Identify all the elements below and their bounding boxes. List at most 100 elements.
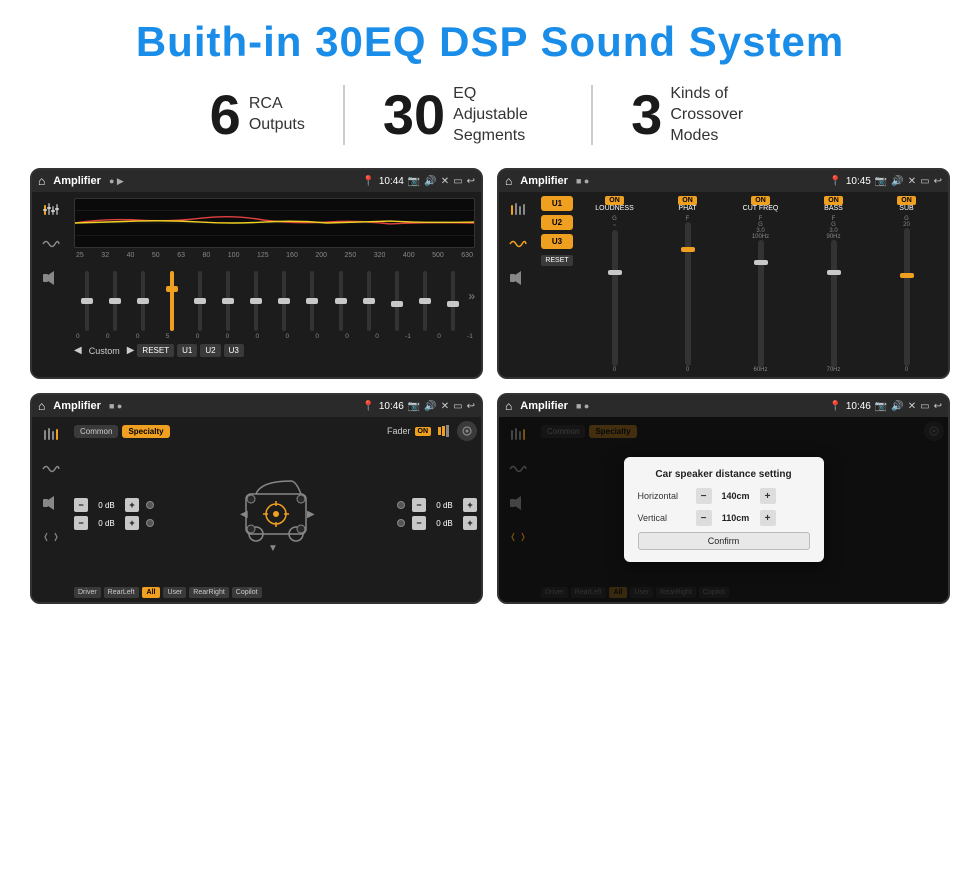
eq-slider-1[interactable] — [102, 271, 128, 331]
fader-db1-plus[interactable]: + — [125, 498, 139, 512]
fader-db4-plus[interactable]: + — [463, 516, 477, 530]
fader-specialty-tab[interactable]: Specialty — [122, 425, 169, 438]
fader-all-btn[interactable]: All — [142, 587, 161, 598]
cutfreq-on-badge[interactable]: ON — [751, 196, 770, 205]
distance-back-icon: ↩ — [934, 401, 942, 412]
fader-content: Common Specialty Fader ON — [32, 417, 481, 602]
fader-common-tab[interactable]: Common — [74, 425, 118, 438]
stat-rca-label: RCAOutputs — [249, 94, 305, 136]
fader-title: Amplifier — [53, 400, 101, 412]
eq-val-labels: 00050000000-10-1 — [74, 333, 475, 340]
eq-sidebar-speaker-icon[interactable] — [38, 268, 64, 288]
crossover-u2-btn[interactable]: U2 — [541, 215, 573, 230]
eq-preset-label: Custom — [85, 346, 124, 356]
eq-slider-10[interactable] — [356, 271, 382, 331]
eq-vol-icon: 🔊 — [424, 176, 436, 187]
eq-u3-btn[interactable]: U3 — [224, 344, 244, 357]
distance-screen-card: ⌂ Amplifier ■ ● 📍 10:46 📷 🔊 ✕ ▭ ↩ — [497, 393, 950, 604]
modal-horizontal-value: 140cm — [718, 491, 754, 501]
fader-db2-minus[interactable]: − — [74, 516, 88, 530]
eq-prev-btn[interactable]: ◀ — [74, 345, 82, 356]
eq-slider-7[interactable] — [271, 271, 297, 331]
eq-slider-8[interactable] — [299, 271, 325, 331]
fader-rearright-btn[interactable]: RearRight — [189, 587, 229, 598]
eq-slider-11[interactable] — [384, 271, 410, 331]
eq-slider-6[interactable] — [243, 271, 269, 331]
svg-text:▼: ▼ — [268, 543, 278, 554]
fader-sidebar-speaker-icon[interactable] — [38, 493, 64, 513]
crossover-topbar-icons: 📍 10:45 📷 🔊 ✕ ▭ ↩ — [829, 176, 942, 187]
crossover-content: U1 U2 U3 RESET ON LOUDNESS — [499, 192, 948, 377]
crossover-vol-icon: 🔊 — [891, 176, 903, 187]
fader-level-bars — [438, 425, 449, 437]
crossover-rect-icon: ▭ — [920, 176, 929, 187]
crossover-u3-btn[interactable]: U3 — [541, 234, 573, 249]
crossover-reset-btn[interactable]: RESET — [541, 255, 573, 266]
fader-db-row-2: − 0 dB + — [74, 516, 154, 530]
fader-sidebar-arrows-icon[interactable] — [38, 527, 64, 547]
crossover-sidebar-wave-icon[interactable] — [505, 234, 531, 254]
distance-home-icon: ⌂ — [505, 399, 512, 413]
eq-u1-btn[interactable]: U1 — [177, 344, 197, 357]
crossover-sidebar-eq-icon[interactable] — [505, 200, 531, 220]
eq-sidebar-eq-icon[interactable] — [38, 200, 64, 220]
bass-on-badge[interactable]: ON — [824, 196, 843, 205]
distance-location-icon: 📍 — [829, 401, 841, 412]
eq-reset-btn[interactable]: RESET — [137, 344, 174, 357]
svg-text:▶: ▶ — [307, 509, 315, 520]
eq-slider-12[interactable] — [412, 271, 438, 331]
fader-rect-icon: ▭ — [453, 401, 462, 412]
modal-vertical-row: Vertical − 110cm + — [638, 510, 810, 526]
stats-row: 6 RCAOutputs 30 EQ AdjustableSegments 3 … — [30, 84, 950, 146]
modal-horizontal-minus[interactable]: − — [696, 488, 712, 504]
modal-horizontal-plus[interactable]: + — [760, 488, 776, 504]
eq-sidebar-wave-icon[interactable] — [38, 234, 64, 254]
fader-rearleft-btn[interactable]: RearLeft — [104, 587, 139, 598]
modal-vertical-minus[interactable]: − — [696, 510, 712, 526]
eq-slider-13[interactable] — [440, 271, 466, 331]
crossover-sidebar-speaker-icon[interactable] — [505, 268, 531, 288]
modal-vertical-plus[interactable]: + — [760, 510, 776, 526]
eq-slider-5[interactable] — [215, 271, 241, 331]
fader-left-db: − 0 dB + − 0 dB + — [74, 498, 154, 530]
crossover-topbar: ⌂ Amplifier ■ ● 📍 10:45 📷 🔊 ✕ ▭ ↩ — [499, 170, 948, 192]
modal-confirm-btn[interactable]: Confirm — [638, 532, 810, 550]
fader-db-row-3: − 0 dB + — [397, 498, 477, 512]
eq-title: Amplifier — [53, 175, 101, 187]
fader-copilot-btn[interactable]: Copilot — [232, 587, 262, 598]
stat-crossover-number: 3 — [631, 87, 662, 143]
fader-db4-minus[interactable]: − — [412, 516, 426, 530]
crossover-title: Amplifier — [520, 175, 568, 187]
distance-modal-overlay: Car speaker distance setting Horizontal … — [499, 417, 948, 602]
eq-x-icon: ✕ — [441, 176, 449, 187]
distance-title: Amplifier — [520, 400, 568, 412]
fader-car-graphic: ▼ ◀ ▶ — [158, 469, 393, 559]
fader-sidebar-eq-icon[interactable] — [38, 425, 64, 445]
fader-driver-btn[interactable]: Driver — [74, 587, 101, 598]
fader-db1-minus[interactable]: − — [74, 498, 88, 512]
fader-sidebar — [32, 417, 70, 602]
fader-user-btn[interactable]: User — [163, 587, 186, 598]
phat-label: PHAT — [678, 205, 696, 212]
fader-db3-plus[interactable]: + — [463, 498, 477, 512]
fader-sidebar-wave-icon[interactable] — [38, 459, 64, 479]
fader-db3-minus[interactable]: − — [412, 498, 426, 512]
sub-on-badge[interactable]: ON — [897, 196, 916, 205]
fader-controls-area: − 0 dB + − 0 dB + — [74, 444, 477, 584]
eq-slider-3[interactable] — [159, 271, 185, 331]
eq-slider-2[interactable] — [130, 271, 156, 331]
eq-next-btn[interactable]: ▶ — [127, 345, 135, 356]
phat-on-badge[interactable]: ON — [678, 196, 697, 205]
fader-on-badge[interactable]: ON — [415, 427, 432, 436]
fader-db2-plus[interactable]: + — [125, 516, 139, 530]
crossover-main-area: U1 U2 U3 RESET ON LOUDNESS — [537, 192, 948, 377]
eq-slider-9[interactable] — [328, 271, 354, 331]
crossover-u1-btn[interactable]: U1 — [541, 196, 573, 211]
eq-slider-0[interactable] — [74, 271, 100, 331]
fader-db1-value: 0 dB — [91, 501, 122, 510]
eq-slider-4[interactable] — [187, 271, 213, 331]
fader-settings-icon[interactable] — [457, 421, 477, 441]
eq-u2-btn[interactable]: U2 — [200, 344, 220, 357]
eq-topbar: ⌂ Amplifier ● ▶ 📍 10:44 📷 🔊 ✕ ▭ ↩ — [32, 170, 481, 192]
loudness-on-badge[interactable]: ON — [605, 196, 624, 205]
